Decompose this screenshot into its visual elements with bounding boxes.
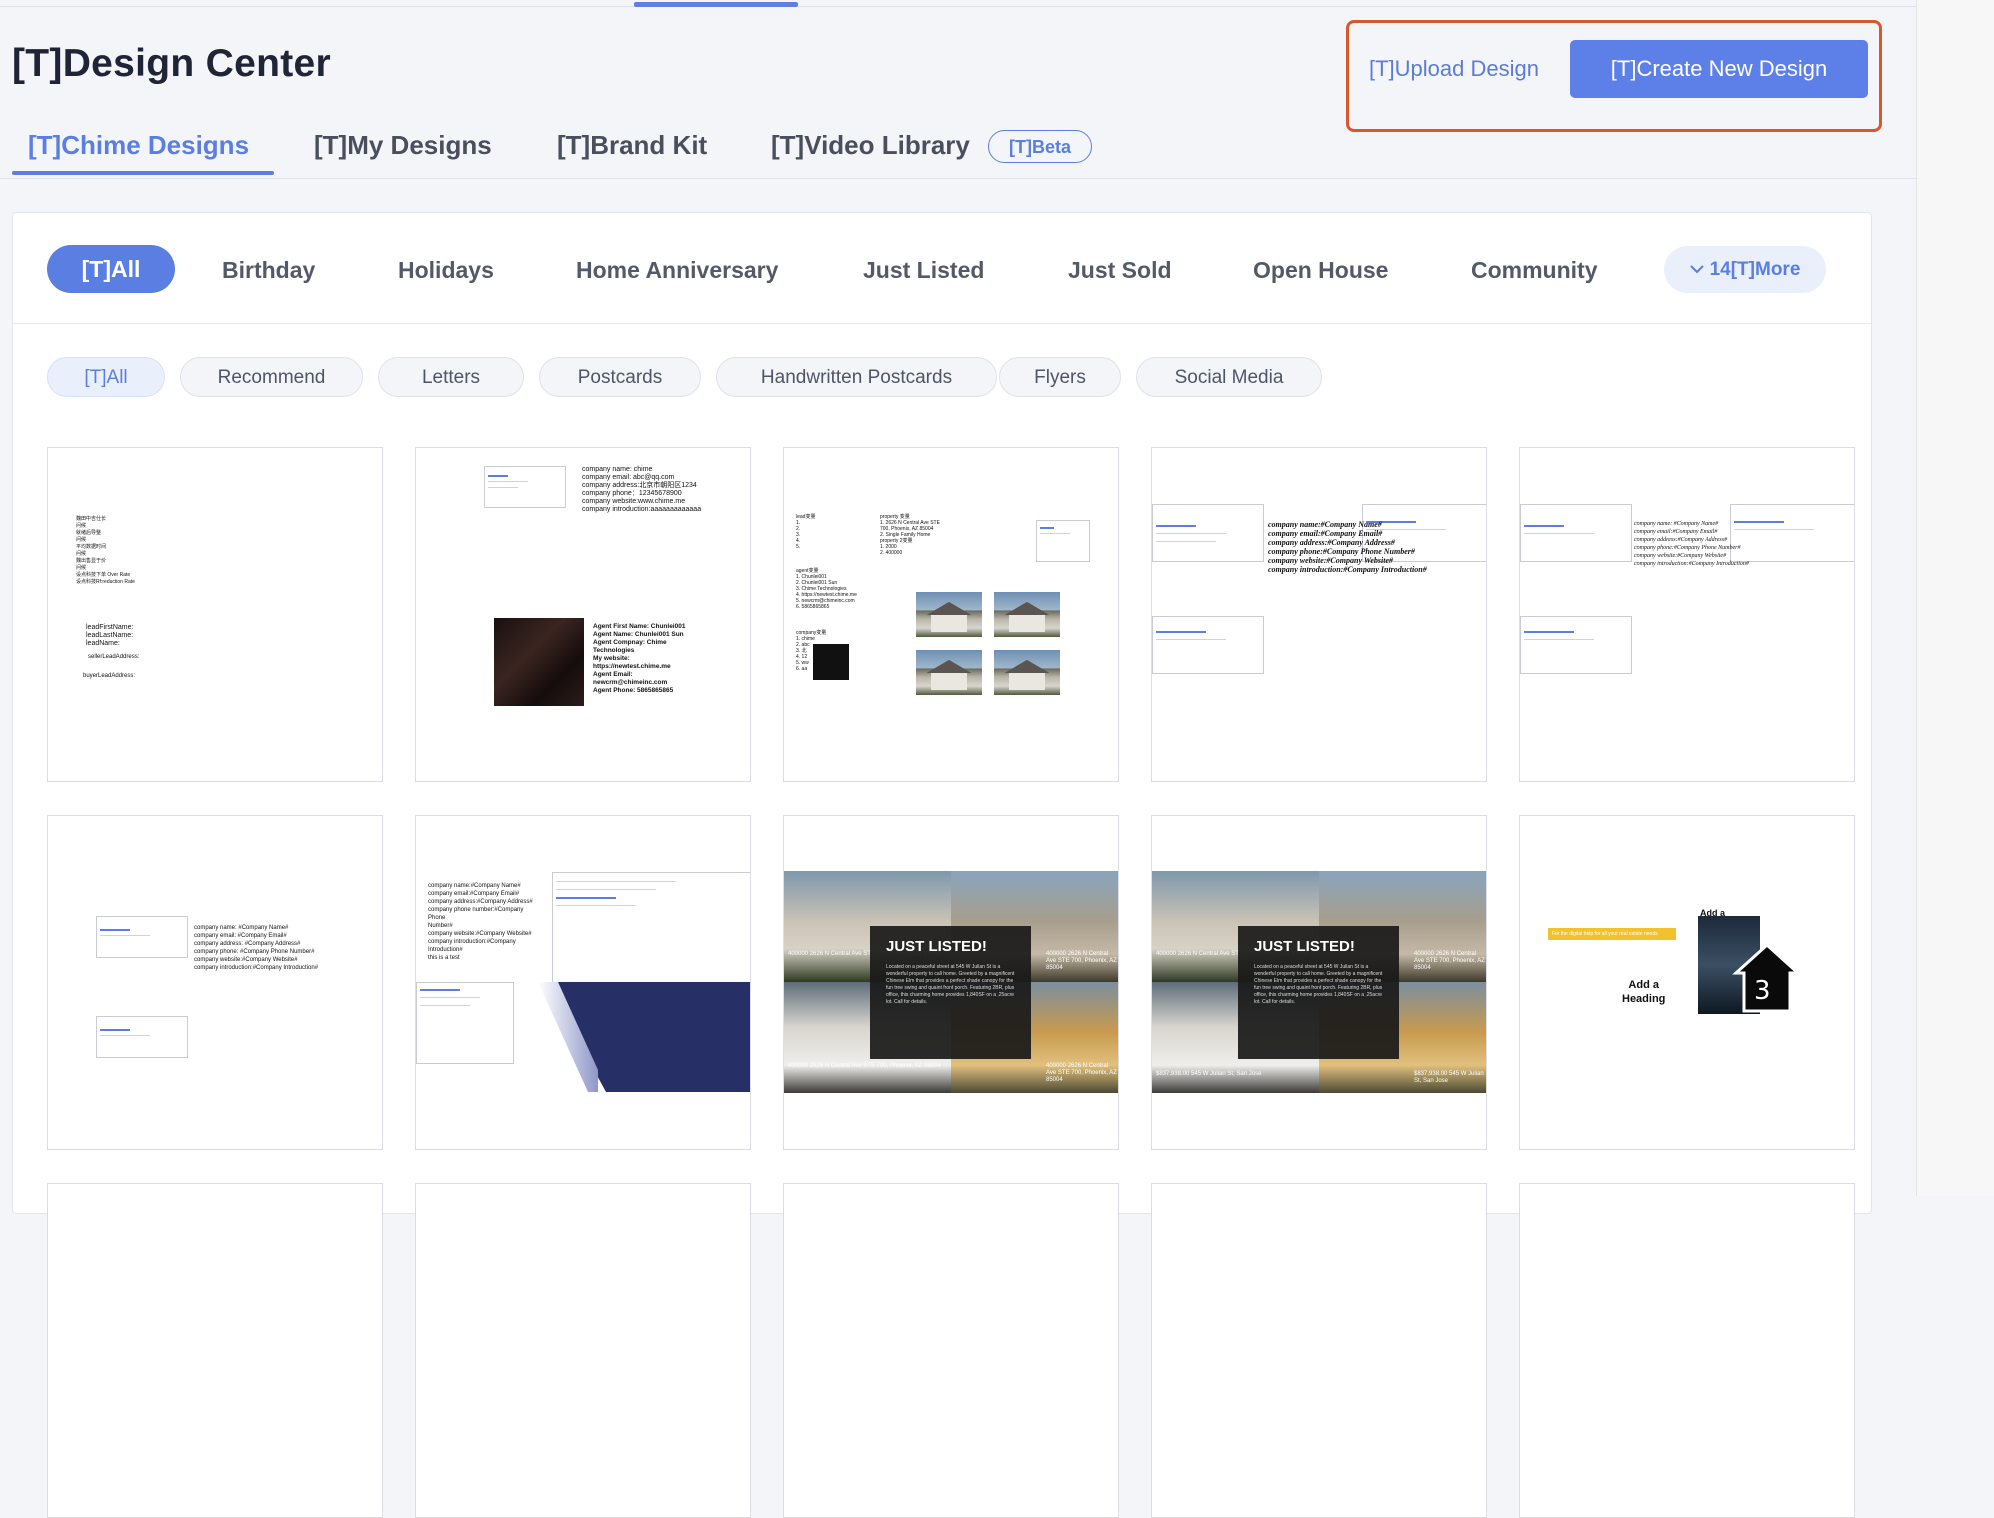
chevron-down-icon	[1689, 246, 1704, 293]
listing-heading: JUST LISTED!	[1254, 938, 1355, 955]
house-photo	[994, 650, 1060, 695]
listing-caption: 400000 2626 N Central Ave STE 700, Phoen…	[1046, 1063, 1117, 1083]
category-all[interactable]: [T]All	[47, 245, 175, 293]
design-card-7[interactable]: company name:#Company Name# company emai…	[415, 815, 751, 1150]
category-bar: [T]All Birthday Holidays Home Anniversar…	[13, 213, 1871, 324]
design-card-1[interactable]: 魏田中吉仕长 问候 就绪后导整 问候 平均数据时间 问候 魏出售显于价 问候 设…	[47, 447, 383, 782]
embedded-screenshot	[1520, 504, 1632, 562]
design-card-11[interactable]	[47, 1183, 383, 1518]
category-just-listed[interactable]: Just Listed	[863, 257, 984, 284]
just-listed-flyer: 400000 2626 N Central Ave STE 700, Phoen…	[1152, 871, 1486, 1093]
tab-my-designs[interactable]: [T]My Designs	[314, 130, 492, 161]
filter-flyers[interactable]: Flyers	[999, 357, 1121, 397]
design-card-5[interactable]: company name: #Company Name# company ema…	[1519, 447, 1855, 782]
embedded-screenshot	[1152, 616, 1264, 674]
card-banner-text: For the digital help for all your real e…	[1552, 931, 1658, 937]
design-tabs: [T]Chime Designs [T]My Designs [T]Brand …	[0, 122, 1916, 178]
beta-badge: [T]Beta	[988, 130, 1092, 163]
card-agent-info: Agent First Name: Chunlei001 Agent Name:…	[593, 623, 686, 694]
design-card-10[interactable]: For the digital help for all your real e…	[1519, 815, 1855, 1150]
house-photo	[994, 592, 1060, 637]
card-text-block: 魏田中吉仕长 问候 就绪后导整 问候 平均数据时间 问候 魏出售显于价 问候 设…	[76, 516, 135, 585]
card-house-number: 3	[1754, 976, 1771, 1006]
more-categories-button[interactable]: 14[T]More	[1664, 246, 1826, 293]
page-title: [T]Design Center	[12, 42, 331, 85]
card-company-template: company name:#Company Name# company emai…	[1268, 520, 1427, 574]
listing-caption: 400000 2626 N Central Ave STE 700, Phoen…	[1414, 951, 1485, 971]
just-listed-flyer: 400000 2626 N Central Ave STE 700, Phoen…	[784, 871, 1118, 1093]
design-card-9[interactable]: 400000 2626 N Central Ave STE 700, Phoen…	[1151, 815, 1487, 1150]
design-card-3[interactable]: lead变量 1. 2. 3. 4. 5. property 变量 1. 262…	[783, 447, 1119, 782]
category-just-sold[interactable]: Just Sold	[1068, 257, 1172, 284]
card-company-template: company name: #Company Name# company ema…	[1634, 521, 1749, 567]
design-card-6[interactable]: company name: #Company Name# company ema…	[47, 815, 383, 1150]
tab-brand-kit[interactable]: [T]Brand Kit	[557, 130, 707, 161]
category-birthday[interactable]: Birthday	[222, 257, 315, 284]
top-nav-indicator	[634, 2, 798, 7]
embedded-screenshot	[1520, 616, 1632, 674]
category-open-house[interactable]: Open House	[1253, 257, 1388, 284]
filter-letters[interactable]: Letters	[378, 357, 524, 397]
listing-body: Located on a peaceful street at 545 W Ju…	[1254, 964, 1383, 1005]
designs-panel: [T]All Birthday Holidays Home Anniversar…	[12, 212, 1872, 1518]
more-categories-label: 14[T]More	[1709, 259, 1801, 280]
listing-caption: 400000 2626 N Central Ave STE 700, Phoen…	[788, 1063, 941, 1069]
filter-postcards[interactable]: Postcards	[539, 357, 701, 397]
card-navy-banner	[416, 982, 750, 1092]
card-company-template: company name:#Company Name# company emai…	[428, 883, 533, 961]
create-new-design-button[interactable]: [T]Create New Design	[1570, 40, 1868, 98]
listing-body: Located on a peaceful street at 545 W Ju…	[886, 964, 1015, 1005]
card-property-vars: property 变量 1. 2626 N Central Ave STE 70…	[880, 514, 940, 556]
card-add-small: Add a	[1700, 908, 1726, 918]
tab-chime-designs[interactable]: [T]Chime Designs	[28, 130, 249, 161]
card-buyer-address: buyerLeadAddress:	[83, 673, 136, 679]
listing-heading: JUST LISTED!	[886, 938, 987, 955]
category-home-anniversary[interactable]: Home Anniversary	[576, 257, 778, 284]
top-divider	[0, 6, 1916, 7]
filter-social-media[interactable]: Social Media	[1136, 357, 1322, 397]
tab-video-library[interactable]: [T]Video Library	[771, 130, 970, 161]
listing-caption: $837,938.00 545 W Julian St, San Jose	[1414, 1071, 1484, 1084]
card-lead-fields: leadFirstName: leadLastName: leadName:	[86, 624, 134, 647]
category-community[interactable]: Community	[1471, 257, 1598, 284]
design-card-15[interactable]	[1519, 1183, 1855, 1518]
embedded-screenshot	[1152, 504, 1264, 562]
embedded-screenshot	[96, 916, 188, 958]
embedded-screenshot	[1036, 520, 1090, 562]
card-add-heading: Add a Heading	[1622, 979, 1666, 1005]
embedded-screenshot	[416, 982, 514, 1064]
design-card-14[interactable]	[1151, 1183, 1487, 1518]
card-company-info: company name: chime company email: abc@q…	[582, 466, 702, 513]
embedded-screenshot	[96, 1016, 188, 1058]
design-card-4[interactable]: company name:#Company Name# company emai…	[1151, 447, 1487, 782]
design-card-8[interactable]: 400000 2626 N Central Ave STE 700, Phoen…	[783, 815, 1119, 1150]
card-company-template: company name: #Company Name# company ema…	[194, 925, 319, 971]
tabs-divider	[0, 178, 1916, 179]
category-holidays[interactable]: Holidays	[398, 257, 494, 284]
card-agent-vars: agent变量 1. Chunlei001 2. Chunlei001 Sun …	[796, 568, 857, 610]
listing-text-box: JUST LISTED! Located on a peaceful stree…	[870, 926, 1031, 1059]
card-dark-photo	[494, 618, 584, 706]
embedded-screenshot	[484, 466, 566, 508]
embedded-screenshot	[552, 872, 750, 984]
filter-recommend[interactable]: Recommend	[180, 357, 363, 397]
card-yellow-banner: For the digital help for all your real e…	[1548, 928, 1676, 940]
card-lead-vars: lead变量 1. 2. 3. 4. 5.	[796, 514, 816, 550]
active-tab-underline	[12, 171, 274, 175]
filter-all[interactable]: [T]All	[47, 357, 165, 397]
design-card-13[interactable]	[783, 1183, 1119, 1518]
house-photo	[916, 650, 982, 695]
listing-caption: $837,938.00 545 W Julian St, San Jose	[1156, 1071, 1262, 1077]
right-side-panel	[1916, 0, 1994, 1196]
design-card-2[interactable]: company name: chime company email: abc@q…	[415, 447, 751, 782]
card-seller-address: sellerLeadAddress:	[88, 654, 140, 660]
card-black-square	[813, 644, 849, 680]
upload-design-link[interactable]: [T]Upload Design	[1369, 56, 1539, 82]
listing-text-box: JUST LISTED! Located on a peaceful stree…	[1238, 926, 1399, 1059]
listing-caption: 400000 2626 N Central Ave STE 700, Phoen…	[1046, 951, 1117, 971]
house-photo	[916, 592, 982, 637]
filter-handwritten-postcards[interactable]: Handwritten Postcards	[716, 357, 997, 397]
design-card-12[interactable]	[415, 1183, 751, 1518]
